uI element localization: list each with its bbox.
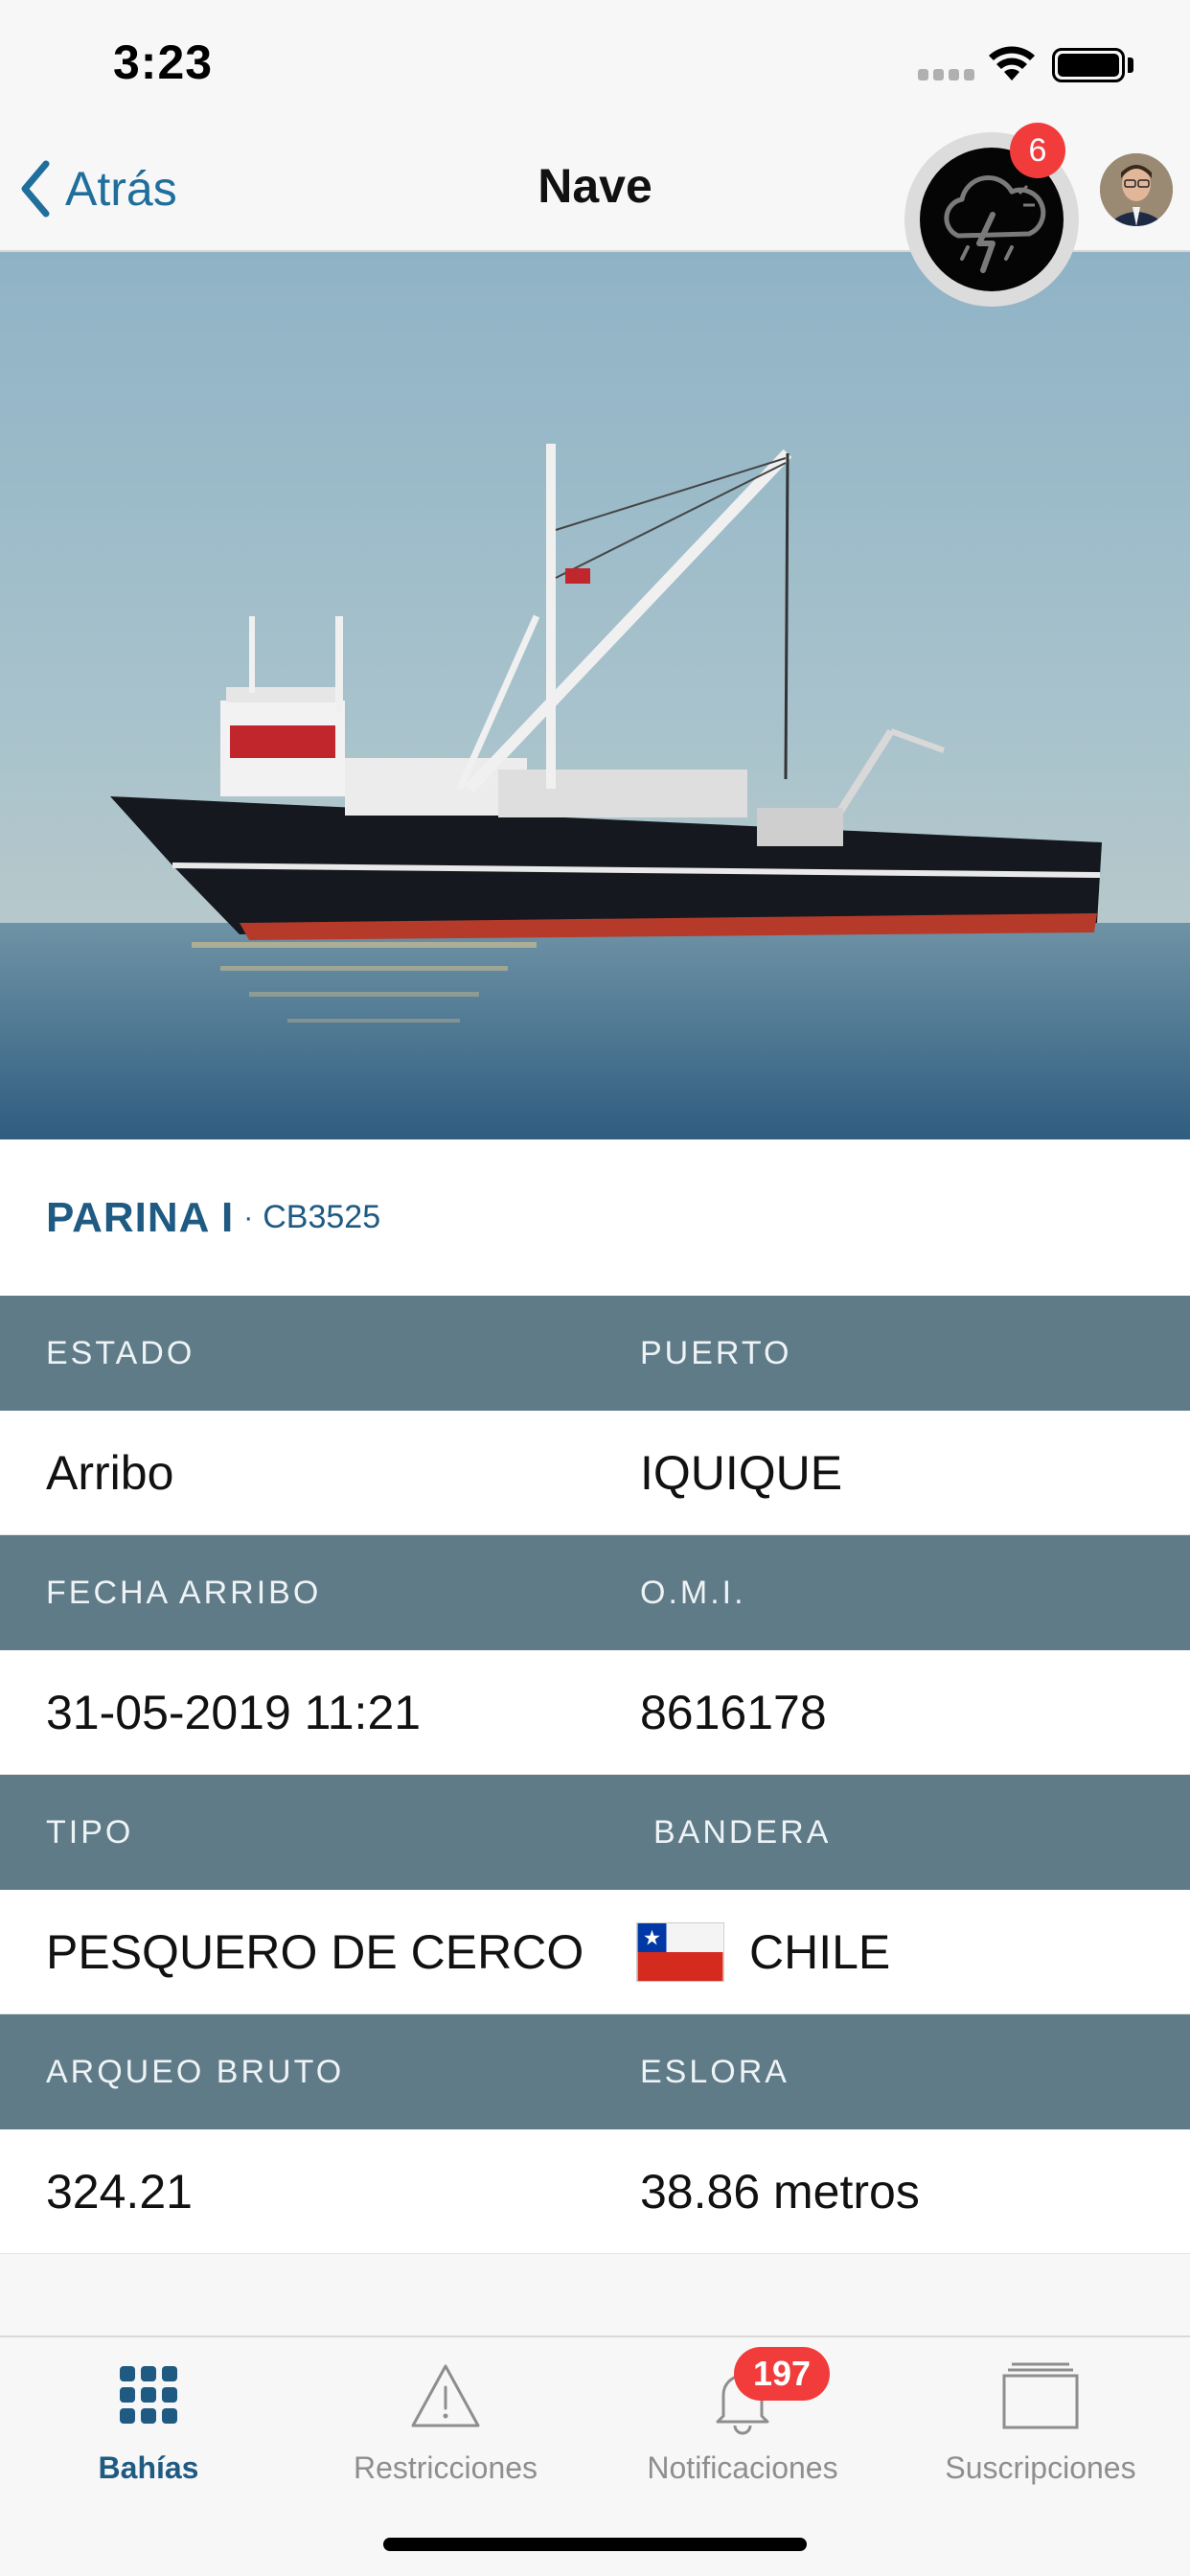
- grid-icon: [120, 2366, 177, 2424]
- warning-icon: [411, 2364, 480, 2427]
- ship-photo: [0, 252, 1190, 1139]
- ship-separator: ·: [243, 1201, 254, 1233]
- avatar[interactable]: [1100, 153, 1173, 226]
- label-bandera: BANDERA: [653, 1813, 832, 1851]
- home-indicator[interactable]: [383, 2538, 807, 2551]
- value-bandera: CHILE: [749, 1924, 891, 1979]
- value-fecha-arribo: 31-05-2019 11:21: [46, 1685, 422, 1739]
- notifications-badge: 197: [734, 2347, 830, 2401]
- ship-title-row: PARINA I · CB3525: [0, 1139, 1190, 1296]
- label-estado: ESTADO: [46, 1334, 195, 1371]
- label-puerto: PUERTO: [640, 1334, 792, 1371]
- header-row-tipo-bandera: TIPO BANDERA: [0, 1775, 1190, 1890]
- cellular-signal-icon: [918, 69, 974, 82]
- tab-restricciones[interactable]: Restricciones: [297, 2337, 594, 2510]
- label-omi: O.M.I.: [640, 1574, 746, 1611]
- chile-flag-icon: [636, 1921, 724, 1982]
- folder-icon: [1002, 2362, 1079, 2429]
- value-puerto: IQUIQUE: [640, 1445, 843, 1500]
- battery-icon: [1052, 48, 1125, 82]
- weather-badge: 6: [1010, 123, 1065, 178]
- value-row-fecha-omi: 31-05-2019 11:21 8616178: [0, 1650, 1190, 1775]
- value-eslora: 38.86 metros: [640, 2164, 920, 2219]
- battery-nub: [1128, 58, 1133, 73]
- status-bar: 3:23: [0, 0, 1190, 129]
- value-bandera-cell: CHILE: [594, 1921, 1190, 1982]
- value-row-estado-puerto: Arribo IQUIQUE: [0, 1411, 1190, 1535]
- tab-label-bahias: Bahías: [98, 2450, 199, 2485]
- tab-label-suscripciones: Suscripciones: [945, 2450, 1136, 2485]
- tab-notificaciones[interactable]: 197 Notificaciones: [594, 2337, 891, 2510]
- tab-bahias[interactable]: Bahías: [0, 2337, 297, 2510]
- value-tipo: PESQUERO DE CERCO: [46, 1924, 584, 1979]
- ship-info-panel: PARINA I · CB3525 ESTADO PUERTO Arribo I…: [0, 1139, 1190, 2254]
- header-row-fecha-omi: FECHA ARRIBO O.M.I.: [0, 1535, 1190, 1650]
- header-row-estado-puerto: ESTADO PUERTO: [0, 1296, 1190, 1411]
- tab-label-notificaciones: Notificaciones: [647, 2450, 838, 2485]
- tab-label-restricciones: Restricciones: [353, 2450, 538, 2485]
- value-estado: Arribo: [46, 1445, 174, 1500]
- label-arqueo-bruto: ARQUEO BRUTO: [46, 2053, 345, 2090]
- ship-detail-screen: 3:23 Atrás Nave 6 PARINA I · CB3525 ESTA…: [0, 0, 1190, 2576]
- label-eslora: ESLORA: [640, 2053, 790, 2090]
- ship-code: CB3525: [263, 1199, 381, 1235]
- label-tipo: TIPO: [46, 1813, 134, 1851]
- tab-suscripciones[interactable]: Suscripciones: [891, 2337, 1190, 2510]
- value-arqueo-bruto: 324.21: [46, 2164, 193, 2219]
- status-time: 3:23: [113, 35, 214, 89]
- label-fecha-arribo: FECHA ARRIBO: [46, 1574, 322, 1611]
- value-omi: 8616178: [640, 1685, 827, 1739]
- header-row-arqueo-eslora: ARQUEO BRUTO ESLORA: [0, 2014, 1190, 2129]
- value-row-tipo-bandera: PESQUERO DE CERCO CHILE: [0, 1890, 1190, 2014]
- ship-name: PARINA I: [46, 1193, 235, 1241]
- wifi-icon: [989, 46, 1035, 80]
- value-row-arqueo-eslora: 324.21 38.86 metros: [0, 2129, 1190, 2254]
